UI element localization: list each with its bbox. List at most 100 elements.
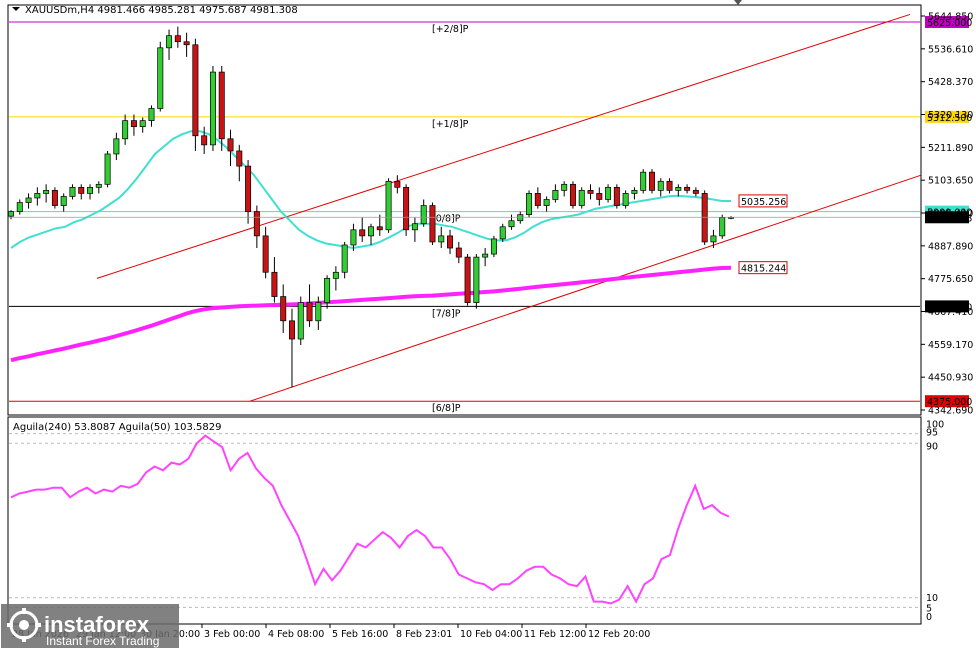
- candle: [490, 235, 497, 258]
- x-tick-label: 8 Feb 23:01: [396, 629, 452, 640]
- candle-body: [640, 171, 647, 191]
- candle-body: [517, 214, 524, 222]
- ma200-tag: 4815.244: [741, 264, 786, 275]
- symbol-header[interactable]: XAUUSDm,H4 4981.466 4985.281 4975.687 49…: [12, 5, 298, 16]
- candle: [648, 169, 655, 194]
- candle-body: [350, 229, 357, 246]
- candle: [429, 202, 436, 245]
- candle: [464, 254, 471, 306]
- candle-body: [385, 180, 392, 231]
- chart-window: [+2/8]P5625.000[+1/8]P5312.500[0/8]P5000…: [0, 0, 976, 650]
- candle: [622, 190, 629, 209]
- candle-body: [359, 229, 366, 237]
- y-tick-label: 5428.370: [928, 77, 973, 88]
- candle-body: [280, 296, 287, 322]
- watermark-tagline: Instant Forex Trading: [46, 634, 159, 648]
- candle: [403, 184, 410, 236]
- candle-body: [438, 235, 445, 243]
- candle-body: [596, 193, 603, 200]
- x-tick-label: 5 Feb 16:00: [332, 629, 388, 640]
- candle-body: [218, 71, 225, 140]
- candle-body: [25, 197, 32, 203]
- y-tick-label: 4775.650: [928, 274, 973, 285]
- candle-body: [403, 186, 410, 231]
- candle-body: [666, 180, 673, 191]
- candle-body: [227, 138, 234, 152]
- candle: [701, 190, 708, 245]
- x-tick-label: 12 Feb 20:00: [588, 629, 650, 640]
- candle-body: [148, 108, 155, 121]
- candle: [473, 254, 480, 309]
- candle-body: [341, 244, 348, 273]
- candle-body: [8, 211, 14, 217]
- candle: [605, 184, 612, 203]
- level-label-zero_8: [0/8]P: [432, 214, 461, 225]
- candle-body: [201, 135, 208, 146]
- candle-body: [95, 183, 102, 188]
- candle-body: [473, 256, 480, 303]
- x-tick-label: 4 Feb 08:00: [268, 629, 324, 640]
- candle-body: [245, 165, 252, 212]
- candle-body: [183, 41, 190, 46]
- candle-body: [719, 217, 726, 237]
- candle-body: [139, 120, 146, 128]
- candle: [526, 190, 533, 218]
- candle-body: [306, 302, 313, 322]
- candle-body: [710, 235, 717, 243]
- x-tick-label: 10 Feb 04:00: [460, 629, 522, 640]
- candle-body: [701, 193, 708, 243]
- candle-body: [569, 183, 576, 206]
- candle-body: [429, 205, 436, 243]
- candle-body: [657, 180, 664, 191]
- ma-tag: 5035.256: [741, 197, 786, 208]
- level-label-plus1_8: [+1/8]P: [432, 119, 469, 130]
- candle-body: [578, 190, 585, 206]
- candle-body: [482, 253, 489, 258]
- candle: [719, 214, 726, 239]
- candle-body: [561, 183, 568, 191]
- candle-body: [420, 205, 427, 225]
- indicator-header-text: Aguila(240) 53.8087 Aguila(50) 103.5829: [13, 422, 221, 433]
- y-tick-label: 4450.930: [928, 373, 973, 384]
- candle-body: [490, 238, 497, 255]
- candle-body: [622, 193, 629, 206]
- candle-body: [315, 302, 322, 322]
- instaforex-watermark: instaforex Instant Forex Trading: [1, 604, 179, 648]
- candle-body: [648, 171, 655, 191]
- x-tick-label: 3 Feb 00:00: [204, 629, 260, 640]
- candle-body: [394, 180, 401, 188]
- candle-body: [332, 271, 339, 279]
- candle: [218, 66, 225, 151]
- candle-body: [684, 186, 691, 191]
- y-tick-label: 4887.890: [928, 241, 973, 252]
- candle: [297, 296, 304, 346]
- candle-body: [534, 193, 541, 206]
- candle: [209, 66, 216, 151]
- candle-body: [122, 120, 129, 140]
- current-price-tag: 4981.308: [927, 213, 972, 224]
- candle-body: [543, 199, 550, 206]
- candle-body: [499, 226, 506, 240]
- candle-body: [613, 186, 620, 206]
- candle-body: [130, 120, 137, 128]
- candle: [51, 187, 58, 209]
- candle-body: [376, 226, 383, 231]
- x-tick-label: 11 Feb 12:00: [524, 629, 586, 640]
- y-tick-label: 4342.690: [928, 406, 973, 417]
- candle: [640, 169, 647, 194]
- candle-body: [464, 256, 471, 303]
- y-tick-label: 5211.890: [928, 143, 973, 154]
- y-tick-label: 5536.610: [928, 44, 973, 55]
- candle-body: [324, 277, 331, 303]
- candle-body: [166, 35, 173, 49]
- candle-body: [526, 193, 533, 215]
- candle-body: [587, 190, 594, 194]
- candle: [499, 223, 506, 242]
- candle-body: [34, 193, 41, 199]
- level-label-plus2_8: [+2/8]P: [432, 24, 469, 35]
- osc-tick-label: 90: [926, 441, 938, 452]
- level-label-seven_8: [7/8]P: [432, 308, 461, 319]
- candle: [157, 41, 164, 112]
- candle-body: [631, 190, 638, 194]
- candle-body: [253, 211, 260, 237]
